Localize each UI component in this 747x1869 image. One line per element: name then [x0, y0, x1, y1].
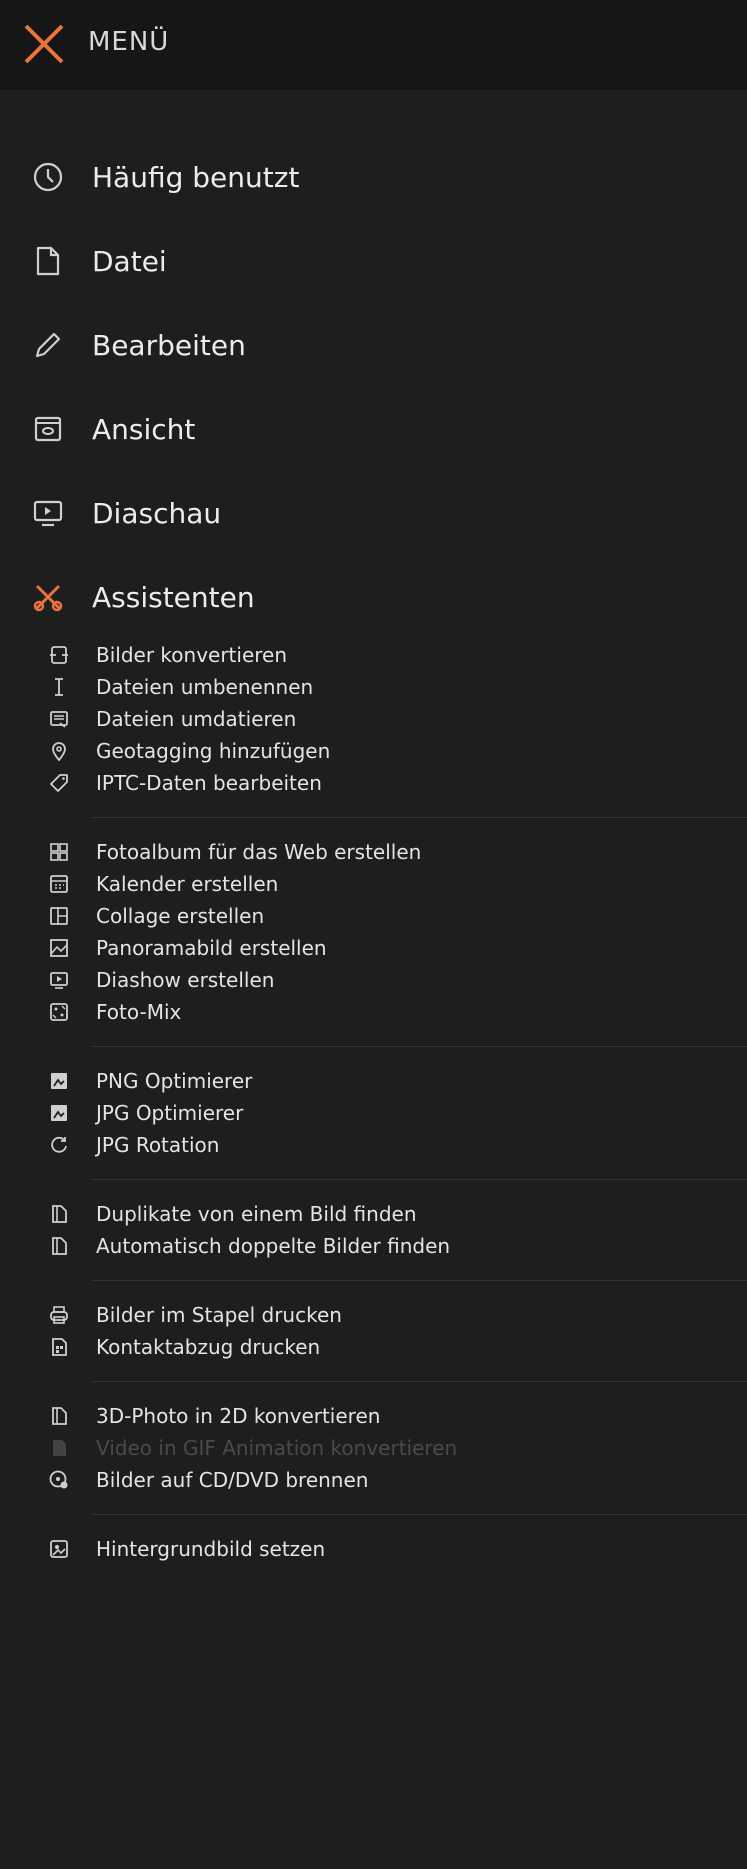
- contact-sheet-icon: [52, 1338, 67, 1356]
- collage-icon: [50, 907, 68, 925]
- pencil-icon: [35, 332, 61, 358]
- menu-header: MENÜ: [0, 0, 747, 90]
- submenu-item-video-gif: Video in GIF Animation konvertieren: [0, 1432, 747, 1464]
- disc-icon: [49, 1470, 68, 1489]
- divider: [92, 817, 747, 818]
- wallpaper-icon: [50, 1540, 68, 1558]
- submenu-item-label: Hintergrundbild setzen: [96, 1537, 326, 1561]
- panorama-icon: [50, 939, 68, 957]
- menu-item-label: Häufig benutzt: [92, 160, 300, 194]
- menu-item-bearbeiten[interactable]: Bearbeiten: [0, 303, 747, 387]
- submenu-item-stapel-drucken[interactable]: Bilder im Stapel drucken: [0, 1299, 747, 1331]
- submenu-item-label: Bilder im Stapel drucken: [96, 1303, 342, 1327]
- submenu-item-iptc-daten[interactable]: IPTC-Daten bearbeiten: [0, 767, 747, 799]
- submenu-item-fotoalbum-web[interactable]: Fotoalbum für das Web erstellen: [0, 836, 747, 868]
- submenu-item-label: PNG Optimierer: [96, 1069, 253, 1093]
- menu-item-ansicht[interactable]: Ansicht: [0, 387, 747, 471]
- submenu-item-jpg-optimierer[interactable]: JPG Optimierer: [0, 1097, 747, 1129]
- divider: [92, 1280, 747, 1281]
- slideshow-icon: [33, 500, 63, 527]
- submenu-item-dateien-umdatieren[interactable]: Dateien umdatieren: [0, 703, 747, 735]
- convert-icon: [50, 646, 68, 664]
- tag-icon: [50, 774, 68, 792]
- submenu-item-label: Dateien umbenennen: [96, 675, 314, 699]
- submenu-item-bilder-konvertieren[interactable]: Bilder konvertieren: [0, 639, 747, 671]
- image-optimize-icon: [51, 1105, 67, 1121]
- submenu-item-label: Bilder konvertieren: [96, 643, 288, 667]
- view-icon: [34, 416, 62, 442]
- clock-icon: [33, 162, 63, 192]
- submenu-item-duplikate-bild[interactable]: Duplikate von einem Bild finden: [0, 1198, 747, 1230]
- submenu-item-kontaktabzug[interactable]: Kontaktabzug drucken: [0, 1331, 747, 1363]
- submenu-item-label: Video in GIF Animation konvertieren: [96, 1436, 458, 1460]
- menu-item-label: Ansicht: [92, 412, 196, 446]
- menu-item-label: Diaschau: [92, 496, 222, 530]
- duplicate-icon: [52, 1205, 67, 1223]
- submenu-item-label: Kalender erstellen: [96, 872, 279, 896]
- submenu-item-geotagging[interactable]: Geotagging hinzufügen: [0, 735, 747, 767]
- submenu-item-label: JPG Rotation: [96, 1133, 220, 1157]
- play-screen-icon: [50, 972, 68, 989]
- menu-item-label: Bearbeiten: [92, 328, 246, 362]
- menu-item-datei[interactable]: Datei: [0, 219, 747, 303]
- submenu-item-label: Collage erstellen: [96, 904, 265, 928]
- text-cursor-icon: [55, 678, 63, 696]
- file-icon: [36, 246, 60, 276]
- printer-icon: [50, 1306, 68, 1324]
- image-optimize-icon: [51, 1073, 67, 1089]
- close-icon[interactable]: [16, 16, 72, 72]
- submenu-item-label: Kontaktabzug drucken: [96, 1335, 321, 1359]
- menu-item-diaschau[interactable]: Diaschau: [0, 471, 747, 555]
- menu-item-haeufig-benutzt[interactable]: Häufig benutzt: [0, 135, 747, 219]
- photo-mix-icon: [50, 1003, 68, 1021]
- submenu-item-kalender[interactable]: Kalender erstellen: [0, 868, 747, 900]
- submenu-item-label: IPTC-Daten bearbeiten: [96, 771, 322, 795]
- submenu-item-automatisch-duplikate[interactable]: Automatisch doppelte Bilder finden: [0, 1230, 747, 1262]
- location-pin-icon: [52, 742, 66, 762]
- submenu-item-label: Fotoalbum für das Web erstellen: [96, 840, 422, 864]
- submenu-item-diashow[interactable]: Diashow erstellen: [0, 964, 747, 996]
- submenu-item-3d-zu-2d[interactable]: 3D-Photo in 2D konvertieren: [0, 1400, 747, 1432]
- assistant-icon: [33, 584, 63, 612]
- grid-icon: [50, 843, 68, 861]
- submenu-item-label: Diashow erstellen: [96, 968, 275, 992]
- submenu-item-label: Bilder auf CD/DVD brennen: [96, 1468, 369, 1492]
- submenu-item-foto-mix[interactable]: Foto-Mix: [0, 996, 747, 1028]
- menu-title: MENÜ: [88, 27, 170, 57]
- submenu-item-label: 3D-Photo in 2D konvertieren: [96, 1404, 381, 1428]
- divider: [92, 1046, 747, 1047]
- submenu-item-cd-dvd-brennen[interactable]: Bilder auf CD/DVD brennen: [0, 1464, 747, 1496]
- duplicate-icon: [52, 1237, 67, 1255]
- submenu-item-panoramabild[interactable]: Panoramabild erstellen: [0, 932, 747, 964]
- menu-item-assistenten[interactable]: Assistenten: [0, 555, 747, 639]
- submenu-item-label: Geotagging hinzufügen: [96, 739, 331, 763]
- menu-item-label: Datei: [92, 244, 167, 278]
- submenu-item-label: Dateien umdatieren: [96, 707, 297, 731]
- divider: [92, 1381, 747, 1382]
- submenu-item-label: Duplikate von einem Bild finden: [96, 1202, 417, 1226]
- assistant-submenu: Bilder konvertieren Dateien umbenennen D…: [0, 639, 747, 1565]
- calendar-icon: [50, 875, 68, 893]
- menu-item-label: Assistenten: [92, 580, 255, 614]
- submenu-item-hintergrundbild[interactable]: Hintergrundbild setzen: [0, 1533, 747, 1565]
- submenu-item-jpg-rotation[interactable]: JPG Rotation: [0, 1129, 747, 1161]
- main-menu: Häufig benutzt Datei Bearbeiten Ansicht …: [0, 135, 747, 1565]
- rotate-icon: [51, 1136, 67, 1153]
- submenu-item-label: Automatisch doppelte Bilder finden: [96, 1234, 451, 1258]
- video-gif-icon: [53, 1440, 66, 1456]
- submenu-item-label: Panoramabild erstellen: [96, 936, 327, 960]
- submenu-item-label: JPG Optimierer: [96, 1101, 244, 1125]
- submenu-item-dateien-umbenennen[interactable]: Dateien umbenennen: [0, 671, 747, 703]
- divider: [92, 1514, 747, 1515]
- redate-icon: [50, 711, 68, 728]
- submenu-item-collage[interactable]: Collage erstellen: [0, 900, 747, 932]
- submenu-item-label: Foto-Mix: [96, 1000, 182, 1024]
- divider: [92, 1179, 747, 1180]
- duplicate-icon: [52, 1407, 67, 1425]
- submenu-item-png-optimierer[interactable]: PNG Optimierer: [0, 1065, 747, 1097]
